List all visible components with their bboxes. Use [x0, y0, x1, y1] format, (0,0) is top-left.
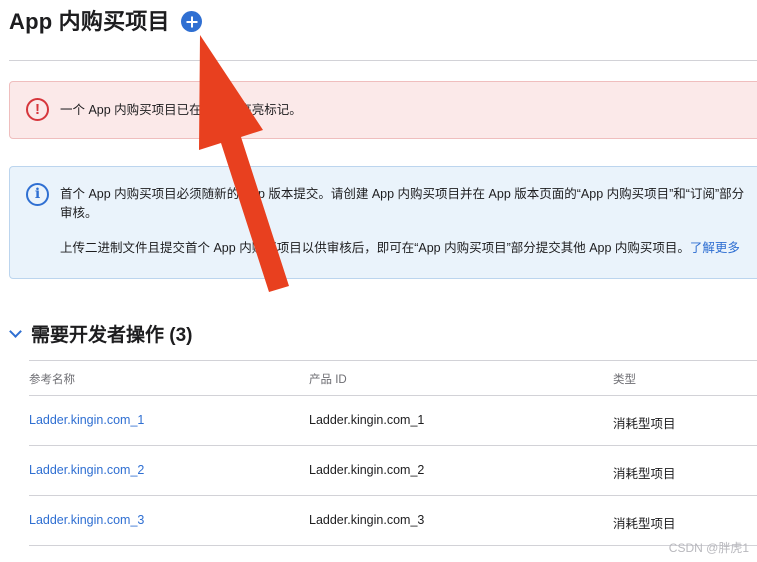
product-id: Ladder.kingin.com_3 [309, 513, 425, 527]
chevron-down-icon[interactable] [9, 324, 22, 338]
iap-table: 参考名称 产品 ID 类型 Ladder.kingin.com_1 Ladder… [29, 360, 757, 546]
plus-circle-icon[interactable] [181, 11, 202, 32]
table-row[interactable]: Ladder.kingin.com_2 Ladder.kingin.com_2 … [29, 446, 757, 496]
info-banner-line-1: 首个 App 内购买项目必须随新的 App 版本提交。请创建 App 内购买项目… [60, 187, 745, 201]
error-banner-text: 一个 App 内购买项目已在下表中高亮标记。 [60, 103, 302, 117]
reference-name-link[interactable]: Ladder.kingin.com_1 [29, 413, 144, 427]
product-type: 消耗型项目 [613, 467, 676, 481]
page-title: App 内购买项目 [9, 9, 170, 34]
product-id: Ladder.kingin.com_1 [309, 413, 425, 427]
info-banner-line-2: 审核。 [60, 206, 98, 220]
info-banner: i 首个 App 内购买项目必须随新的 App 版本提交。请创建 App 内购买… [9, 166, 757, 279]
section-header: 需要开发者操作 (3) [8, 319, 193, 347]
section-title: 需要开发者操作 (3) [31, 324, 193, 346]
info-circle-icon: i [26, 183, 49, 206]
product-type: 消耗型项目 [613, 517, 676, 531]
column-header-reference-name[interactable]: 参考名称 [29, 371, 75, 387]
column-header-product-id[interactable]: 产品 ID [309, 371, 347, 387]
product-id: Ladder.kingin.com_2 [309, 463, 425, 477]
info-banner-line-3: 上传二进制文件且提交首个 App 内购买项目以供审核后，即可在“App 内购买项… [60, 239, 740, 257]
table-row[interactable]: Ladder.kingin.com_3 Ladder.kingin.com_3 … [29, 496, 757, 546]
watermark: CSDN @胖虎1 [668, 541, 749, 555]
product-type: 消耗型项目 [613, 417, 676, 431]
reference-name-link[interactable]: Ladder.kingin.com_3 [29, 513, 144, 527]
column-header-type[interactable]: 类型 [613, 371, 636, 387]
title-divider [9, 60, 757, 61]
error-banner: ! 一个 App 内购买项目已在下表中高亮标记。 [9, 81, 757, 139]
table-header: 参考名称 产品 ID 类型 [29, 360, 757, 396]
info-banner-line-3-text: 上传二进制文件且提交首个 App 内购买项目以供审核后，即可在“App 内购买项… [60, 241, 690, 255]
reference-name-link[interactable]: Ladder.kingin.com_2 [29, 463, 144, 477]
table-row[interactable]: Ladder.kingin.com_1 Ladder.kingin.com_1 … [29, 396, 757, 446]
learn-more-link[interactable]: 了解更多 [690, 241, 740, 255]
exclamation-circle-icon: ! [26, 98, 49, 121]
